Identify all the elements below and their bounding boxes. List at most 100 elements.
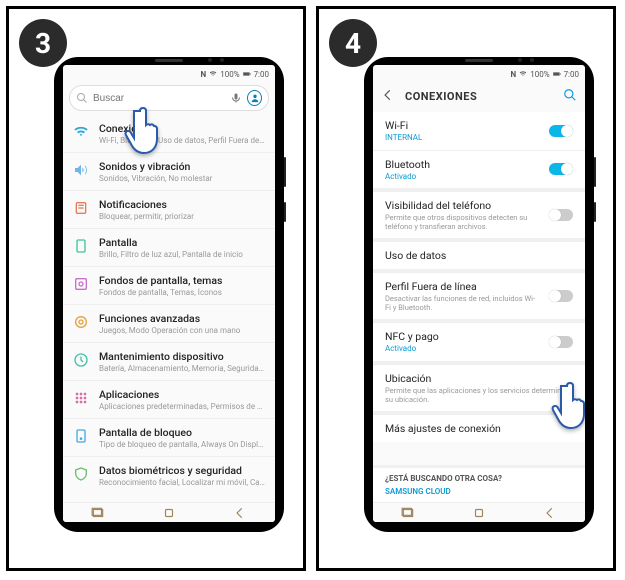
phone-left: N 100% 7:00: [54, 57, 284, 532]
panel-step-3: 3 N 100% 7:00: [6, 6, 306, 571]
row-title: Más ajustes de conexión: [385, 422, 573, 435]
row-title: Sonidos y vibración: [99, 160, 265, 173]
connection-row[interactable]: NFC y pagoActivado: [373, 322, 585, 361]
row-subtitle: Fondos de pantalla, Temas, Íconos: [99, 288, 265, 297]
connections-title: CONEXIONES: [405, 90, 553, 103]
settings-row-display[interactable]: Pantalla Brillo, Filtro de luz azul, Pan…: [63, 229, 275, 267]
search-bar[interactable]: [69, 85, 269, 111]
connection-row[interactable]: UbicaciónPermite que las aplicaciones y …: [373, 364, 585, 411]
settings-row-bio[interactable]: Datos biométricos y seguridad Reconocimi…: [63, 457, 275, 494]
row-subtitle: Aplicaciones predeterminadas, Permisos d…: [99, 402, 265, 411]
connection-row[interactable]: Perfil Fuera de líneaDesactivar las func…: [373, 272, 585, 319]
row-title: Datos biométricos y seguridad: [99, 464, 265, 477]
phone-right: N 100% 7:00 CONEXIONES W: [364, 57, 594, 532]
nav-recent-icon[interactable]: [401, 506, 415, 520]
row-subtitle: Activado: [385, 172, 541, 182]
step-badge-4: 4: [329, 19, 377, 67]
back-icon[interactable]: [381, 87, 395, 106]
row-title: Bluetooth: [385, 158, 541, 171]
row-title: NFC y pago: [385, 330, 541, 343]
row-title: Visibilidad del teléfono: [385, 199, 541, 212]
status-bar: N 100% 7:00: [63, 65, 275, 81]
step-badge-3: 3: [19, 19, 67, 67]
connection-row[interactable]: Visibilidad del teléfonoPermite que otro…: [373, 191, 585, 238]
settings-row-notif[interactable]: Notificaciones Bloquear, permitir, prior…: [63, 191, 275, 229]
row-subtitle: Reconocimiento facial, Localizar mi móvi…: [99, 478, 265, 487]
row-title: Notificaciones: [99, 198, 265, 211]
clock-text: 7:00: [254, 70, 269, 79]
row-title: Conexiones: [99, 122, 265, 135]
lock-icon: [73, 428, 89, 444]
row-subtitle: Permite que otros dispositivos detecten …: [385, 213, 541, 231]
display-icon: [73, 238, 89, 254]
search-icon: [76, 89, 88, 108]
nav-bar: [63, 502, 275, 522]
row-subtitle: Tipo de bloqueo de pantalla, Always On D…: [99, 440, 265, 449]
battery-icon: [553, 70, 561, 80]
notif-icon: [73, 200, 89, 216]
settings-row-apps[interactable]: Aplicaciones Aplicaciones predeterminada…: [63, 381, 275, 419]
settings-row-sound[interactable]: Sonidos y vibración Sonidos, Vibración, …: [63, 153, 275, 191]
mic-icon[interactable]: [230, 89, 242, 108]
battery-icon: [243, 70, 251, 80]
footer-question: ¿ESTÁ BUSCANDO OTRA COSA?: [385, 474, 573, 483]
row-subtitle: Juegos, Modo Operación con una mano: [99, 326, 265, 335]
row-title: Mantenimiento dispositivo: [99, 350, 265, 363]
wifi-icon: [73, 124, 89, 140]
row-subtitle: Batería, Almacenamiento, Memoria, Seguri…: [99, 364, 265, 373]
row-title: Ubicación: [385, 372, 573, 385]
settings-row-adv[interactable]: Funciones avanzadas Juegos, Modo Operaci…: [63, 305, 275, 343]
clock-text: 7:00: [564, 70, 579, 79]
wifi-status-icon: [209, 70, 217, 80]
signal-text: 100%: [530, 70, 549, 79]
settings-row-wifi[interactable]: Conexiones Wi-Fi, Bluetooth, Uso de dato…: [63, 115, 275, 153]
settings-row-maint[interactable]: Mantenimiento dispositivo Batería, Almac…: [63, 343, 275, 381]
toggle-switch[interactable]: [549, 209, 573, 221]
settings-row-lock[interactable]: Pantalla de bloqueo Tipo de bloqueo de p…: [63, 419, 275, 457]
footer-searching: ¿ESTÁ BUSCANDO OTRA COSA? SAMSUNG CLOUD: [373, 465, 585, 502]
row-title: Aplicaciones: [99, 388, 265, 401]
row-title: Fondos de pantalla, temas: [99, 274, 265, 287]
settings-list[interactable]: Conexiones Wi-Fi, Bluetooth, Uso de dato…: [63, 115, 275, 502]
settings-row-wall[interactable]: Fondos de pantalla, temas Fondos de pant…: [63, 267, 275, 305]
row-subtitle: Sonidos, Vibración, No molestar: [99, 174, 265, 183]
toggle-switch[interactable]: [549, 125, 573, 137]
row-subtitle: Wi-Fi, Bluetooth, Uso de datos, Perfil F…: [99, 136, 265, 145]
nav-back-icon[interactable]: [543, 506, 557, 520]
maint-icon: [73, 352, 89, 368]
row-subtitle: Bloquear, permitir, priorizar: [99, 212, 265, 221]
footer-link[interactable]: SAMSUNG CLOUD: [385, 487, 573, 496]
status-bar: N 100% 7:00: [373, 65, 585, 81]
connection-row[interactable]: Uso de datos: [373, 241, 585, 269]
nav-back-icon[interactable]: [233, 506, 247, 520]
search-icon[interactable]: [563, 87, 577, 106]
apps-icon: [73, 390, 89, 406]
toggle-switch[interactable]: [549, 336, 573, 348]
connection-row[interactable]: BluetoothActivado: [373, 150, 585, 189]
row-subtitle: Activado: [385, 344, 541, 354]
row-title: Funciones avanzadas: [99, 312, 265, 325]
nav-recent-icon[interactable]: [91, 506, 105, 520]
row-subtitle: Desactivar las funciones de red, incluid…: [385, 294, 541, 312]
connection-row[interactable]: Wi-FiINTERNAL: [373, 112, 585, 150]
panel-step-4: 4 N 100% 7:00 CONEXIONES: [316, 6, 616, 571]
nav-home-icon[interactable]: [162, 506, 176, 520]
sound-icon: [73, 162, 89, 178]
row-title: Perfil Fuera de línea: [385, 280, 541, 293]
nav-home-icon[interactable]: [472, 506, 486, 520]
row-title: Wi-Fi: [385, 119, 541, 132]
search-input[interactable]: [93, 93, 225, 104]
toggle-switch[interactable]: [549, 290, 573, 302]
wall-icon: [73, 276, 89, 292]
connections-header: CONEXIONES: [373, 81, 585, 112]
wifi-status-icon: [519, 70, 527, 80]
connections-list[interactable]: Wi-FiINTERNAL BluetoothActivado Visibili…: [373, 112, 585, 465]
bio-icon: [73, 466, 89, 482]
account-icon[interactable]: [247, 90, 262, 106]
toggle-switch[interactable]: [549, 163, 573, 175]
row-subtitle: Permite que las aplicaciones y los servi…: [385, 386, 573, 404]
row-title: Pantalla: [99, 236, 265, 249]
connection-row[interactable]: Más ajustes de conexión: [373, 414, 585, 442]
nfc-icon: N: [201, 70, 207, 79]
row-title: Uso de datos: [385, 249, 573, 262]
